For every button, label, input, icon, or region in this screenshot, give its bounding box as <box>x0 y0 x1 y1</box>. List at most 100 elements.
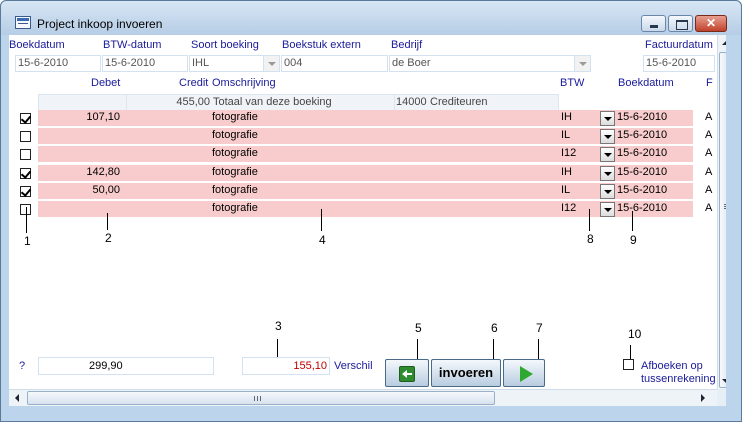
chevron-down-icon[interactable] <box>263 56 279 71</box>
row-omschrijving[interactable]: fotografie <box>212 129 258 141</box>
btw-dropdown-button[interactable] <box>600 184 615 199</box>
title-bar[interactable]: Project inkoop invoeren ✕ <box>1 1 741 35</box>
window-title: Project inkoop invoeren <box>37 17 163 31</box>
omschrijving-column-header: Omschrijving <box>212 77 276 89</box>
factuurdatum-label: Factuurdatum <box>645 39 713 51</box>
horizontal-scrollbar[interactable] <box>9 389 717 406</box>
row-boekdatum[interactable]: 15-6-2010 <box>617 184 667 196</box>
row-boekdatum[interactable]: 15-6-2010 <box>617 129 667 141</box>
btw-dropdown-button[interactable] <box>600 147 615 162</box>
callout-6-line <box>493 339 494 359</box>
boekstuk-extern-field[interactable]: 004 <box>281 55 388 72</box>
row-checkbox[interactable] <box>20 149 31 160</box>
row-debet[interactable]: 142,80 <box>38 166 120 178</box>
vertical-scrollbar[interactable] <box>717 35 726 390</box>
f-column-header: F <box>706 77 713 89</box>
scroll-down-icon[interactable] <box>722 379 726 383</box>
maximize-button[interactable] <box>668 15 693 32</box>
row-omschrijving[interactable]: fotografie <box>212 202 258 214</box>
callout-2: 2 <box>105 231 112 245</box>
row-f[interactable]: A <box>705 111 712 123</box>
table-row[interactable]: 50,00 fotografie IL 15-6-2010 A <box>38 183 712 200</box>
back-button[interactable] <box>385 359 429 387</box>
soort-boeking-value: IHL <box>192 57 210 69</box>
callout-6: 6 <box>491 321 498 335</box>
row-f[interactable]: A <box>705 202 712 214</box>
row-btw[interactable]: IL <box>561 129 570 141</box>
minimize-button[interactable] <box>641 15 666 32</box>
horizontal-scroll-thumb[interactable] <box>27 391 495 405</box>
summary-row: 455,00 Totaal van deze boeking 14000 Cre… <box>38 94 559 111</box>
total-field: 299,90 <box>38 357 214 375</box>
afboeken-checkbox[interactable] <box>623 359 634 370</box>
row-checkbox[interactable] <box>20 186 31 197</box>
btw-dropdown-button[interactable] <box>600 111 615 126</box>
row-btw[interactable]: I12 <box>561 147 576 159</box>
callout-10-line <box>630 345 631 359</box>
callout-9-line <box>632 211 633 231</box>
afboeken-label-line2: tussenrekening <box>641 373 716 385</box>
btwdatum-field[interactable]: 15-6-2010 <box>102 55 188 72</box>
grip-line <box>724 208 726 209</box>
table-row[interactable]: fotografie I12 15-6-2010 A <box>38 201 712 218</box>
form-content: Boekdatum BTW-datum Soort boeking Boekst… <box>9 35 726 406</box>
credit-column-header: Credit <box>179 77 209 89</box>
row-omschrijving[interactable]: fotografie <box>212 166 258 178</box>
table-row[interactable]: 107,10 fotografie IH 15-6-2010 A <box>38 110 712 127</box>
callout-8: 8 <box>587 232 594 246</box>
row-debet[interactable]: 50,00 <box>38 184 120 196</box>
row-omschrijving[interactable]: fotografie <box>212 147 258 159</box>
verschil-field: 155,10 <box>242 357 330 375</box>
callout-9: 9 <box>630 233 637 247</box>
btw-dropdown-button[interactable] <box>600 202 615 217</box>
scrollbar-corner <box>717 389 726 406</box>
row-debet[interactable]: 107,10 <box>38 111 120 123</box>
row-btw[interactable]: I12 <box>561 202 576 214</box>
scroll-left-icon[interactable] <box>15 394 19 402</box>
row-boekdatum[interactable]: 15-6-2010 <box>617 111 667 123</box>
verschil-label: Verschil <box>334 360 373 372</box>
next-button[interactable] <box>503 359 545 387</box>
afboeken-label-line1: Afboeken op <box>641 360 703 372</box>
row-f[interactable]: A <box>705 184 712 196</box>
scroll-right-icon[interactable] <box>701 394 705 402</box>
bedrijf-select[interactable]: de Boer <box>389 55 591 72</box>
btw-dropdown-button[interactable] <box>600 129 615 144</box>
callout-1-line <box>26 207 27 233</box>
row-checkbox[interactable] <box>20 113 31 124</box>
callout-5: 5 <box>415 321 422 335</box>
row-f[interactable]: A <box>705 147 712 159</box>
row-btw[interactable]: IH <box>561 111 572 123</box>
row-btw[interactable]: IL <box>561 184 570 196</box>
row-omschrijving[interactable]: fotografie <box>212 184 258 196</box>
btw-dropdown-button[interactable] <box>600 166 615 181</box>
row-btw[interactable]: IH <box>561 166 572 178</box>
factuurdatum-field[interactable]: 15-6-2010 <box>643 55 715 72</box>
table-row[interactable]: fotografie I12 15-6-2010 A <box>38 146 712 163</box>
row-boekdatum[interactable]: 15-6-2010 <box>617 202 667 214</box>
row-f[interactable]: A <box>705 166 712 178</box>
chevron-down-icon[interactable] <box>574 56 590 71</box>
vertical-scroll-thumb[interactable] <box>719 52 726 388</box>
boekdatum-field[interactable]: 15-6-2010 <box>15 55 101 72</box>
debet-column-header: Debet <box>91 77 121 89</box>
soort-boeking-label: Soort boeking <box>191 39 259 51</box>
row-f[interactable]: A <box>705 129 712 141</box>
scroll-up-icon[interactable] <box>722 41 726 45</box>
row-checkbox[interactable] <box>20 131 31 142</box>
close-button[interactable]: ✕ <box>695 15 727 32</box>
row-boekdatum[interactable]: 15-6-2010 <box>617 147 667 159</box>
row-checkbox[interactable] <box>20 168 31 179</box>
boekstuk-extern-label: Boekstuk extern <box>282 39 361 51</box>
callout-3: 3 <box>275 319 282 333</box>
invoeren-button[interactable]: invoeren <box>431 359 501 387</box>
soort-boeking-select[interactable]: IHL <box>189 55 280 72</box>
table-row[interactable]: 142,80 fotografie IH 15-6-2010 A <box>38 165 712 182</box>
help-question[interactable]: ? <box>19 360 25 372</box>
callout-8-line <box>589 209 590 231</box>
row-omschrijving[interactable]: fotografie <box>212 111 258 123</box>
summary-divider-2 <box>394 94 395 111</box>
table-row[interactable]: fotografie IL 15-6-2010 A <box>38 128 712 145</box>
grip-line <box>724 206 726 207</box>
row-boekdatum[interactable]: 15-6-2010 <box>617 166 667 178</box>
